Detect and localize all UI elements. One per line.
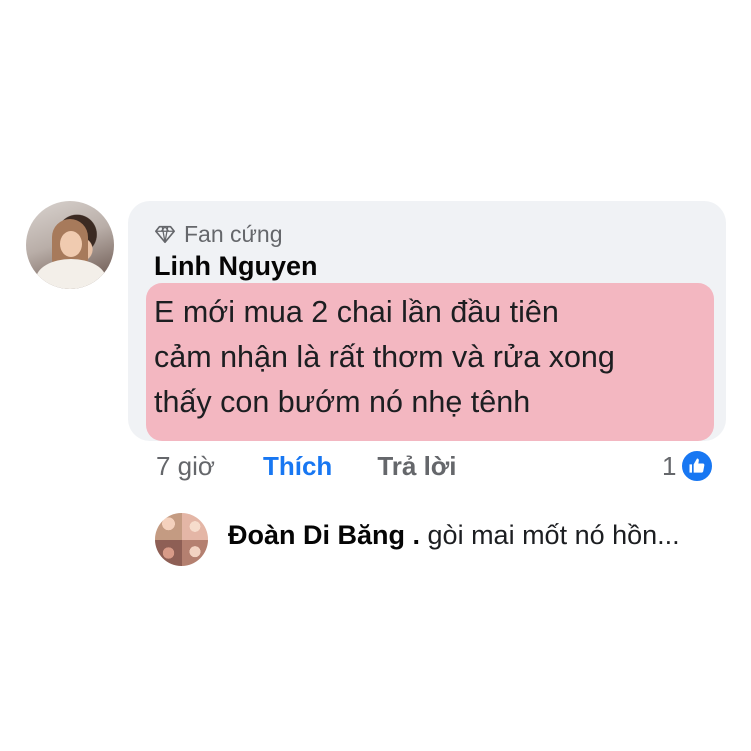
- reply-button[interactable]: Trả lời: [377, 451, 456, 482]
- reply-preview[interactable]: Đoàn Di Băng . gòi mai mốt nó hồn...: [228, 520, 680, 551]
- badge-label: Fan cứng: [184, 220, 283, 247]
- comment-actions: 7 giờ Thích Trả lời: [156, 448, 457, 484]
- reply-avatar[interactable]: [155, 513, 208, 566]
- reply-avatar-tile: [181, 539, 208, 566]
- reply-author: Đoàn Di Băng: [228, 520, 406, 550]
- reply-avatar-tile: [181, 513, 208, 540]
- comment-line: thấy con bướm nó nhẹ tênh: [154, 385, 531, 419]
- avatar-face: [60, 231, 82, 257]
- reply-snippet: gòi mai mốt nó hồn...: [427, 520, 680, 550]
- reaction-count: 1: [662, 450, 677, 481]
- like-button[interactable]: Thích: [263, 451, 332, 482]
- thumbs-up-icon: [680, 449, 715, 483]
- commenter-avatar[interactable]: [26, 201, 114, 289]
- commenter-name[interactable]: Linh Nguyen: [154, 251, 318, 282]
- comment-line: E mới mua 2 chai lần đầu tiên: [154, 295, 559, 329]
- fan-badge[interactable]: Fan cứng: [154, 219, 283, 249]
- diamond-icon: [155, 225, 175, 244]
- reaction-summary[interactable]: 1: [662, 448, 715, 484]
- avatar-shoulder: [36, 259, 106, 289]
- reply-avatar-tile: [155, 539, 182, 566]
- reply-avatar-tile: [155, 513, 182, 540]
- comment-text: E mới mua 2 chai lần đầu tiên cảm nhận l…: [154, 290, 704, 425]
- comment-time[interactable]: 7 giờ: [156, 451, 215, 482]
- comment-line: cảm nhận là rất thơm và rửa xong: [154, 340, 615, 374]
- reply-separator: .: [405, 520, 428, 550]
